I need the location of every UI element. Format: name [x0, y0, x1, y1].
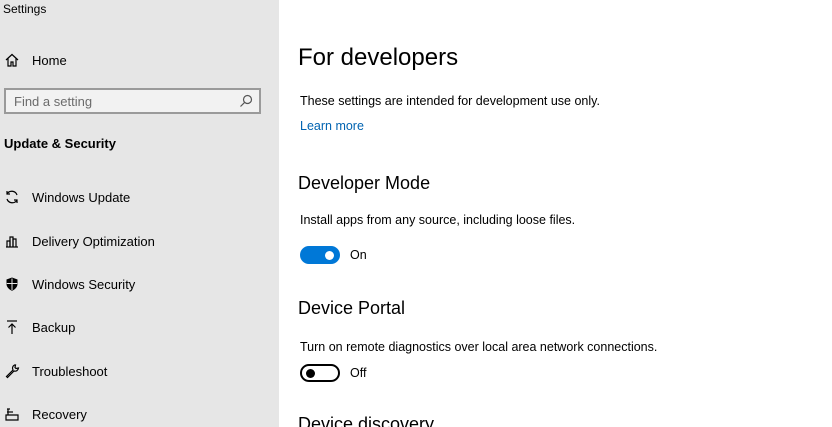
device-portal-state: Off [350, 366, 367, 380]
search-box[interactable] [4, 88, 261, 114]
sidebar-item-label: Windows Security [32, 276, 136, 292]
backup-arrow-icon [3, 318, 21, 336]
sidebar-item-label: Windows Update [32, 189, 131, 205]
sidebar-item-label: Home [32, 52, 67, 68]
sidebar-item-delivery-optimization[interactable]: Delivery Optimization [0, 226, 279, 256]
developer-mode-description: Install apps from any source, including … [300, 213, 576, 227]
section-title: Update & Security [4, 136, 116, 151]
wrench-icon [3, 362, 21, 380]
sidebar-item-label: Recovery [32, 406, 87, 422]
main-content: For developers These settings are intend… [279, 0, 832, 427]
refresh-icon [3, 188, 21, 206]
sidebar-item-label: Backup [32, 319, 76, 335]
sidebar-item-windows-security[interactable]: Windows Security [0, 269, 279, 299]
developer-mode-toggle[interactable] [300, 246, 340, 264]
device-portal-heading: Device Portal [298, 298, 406, 318]
search-icon[interactable] [239, 94, 253, 108]
intro-text: These settings are intended for developm… [300, 94, 600, 108]
sidebar-item-recovery[interactable]: Recovery [0, 399, 279, 427]
home-icon [3, 51, 21, 69]
shield-icon [3, 275, 21, 293]
sidebar: Settings Home Update & Security Windows … [0, 0, 279, 427]
device-discovery-heading: Device discovery [298, 414, 435, 427]
developer-mode-heading: Developer Mode [298, 173, 431, 193]
device-portal-description: Turn on remote diagnostics over local ar… [300, 340, 658, 354]
sidebar-item-label: Delivery Optimization [32, 233, 155, 249]
delivery-optimization-icon [3, 232, 21, 250]
learn-more-link[interactable]: Learn more [300, 119, 364, 133]
page-title: For developers [298, 44, 459, 71]
developer-mode-state: On [350, 248, 367, 262]
sidebar-item-troubleshoot[interactable]: Troubleshoot [0, 356, 279, 386]
sidebar-item-windows-update[interactable]: Windows Update [0, 182, 279, 212]
device-portal-toggle[interactable] [300, 364, 340, 382]
sidebar-item-home[interactable]: Home [0, 47, 279, 73]
toggle-knob [325, 251, 334, 260]
sidebar-item-label: Troubleshoot [32, 363, 108, 379]
recovery-icon [3, 405, 21, 423]
sidebar-item-backup[interactable]: Backup [0, 312, 279, 342]
toggle-knob [306, 369, 315, 378]
app-title: Settings [3, 2, 47, 16]
search-input[interactable] [6, 90, 239, 112]
